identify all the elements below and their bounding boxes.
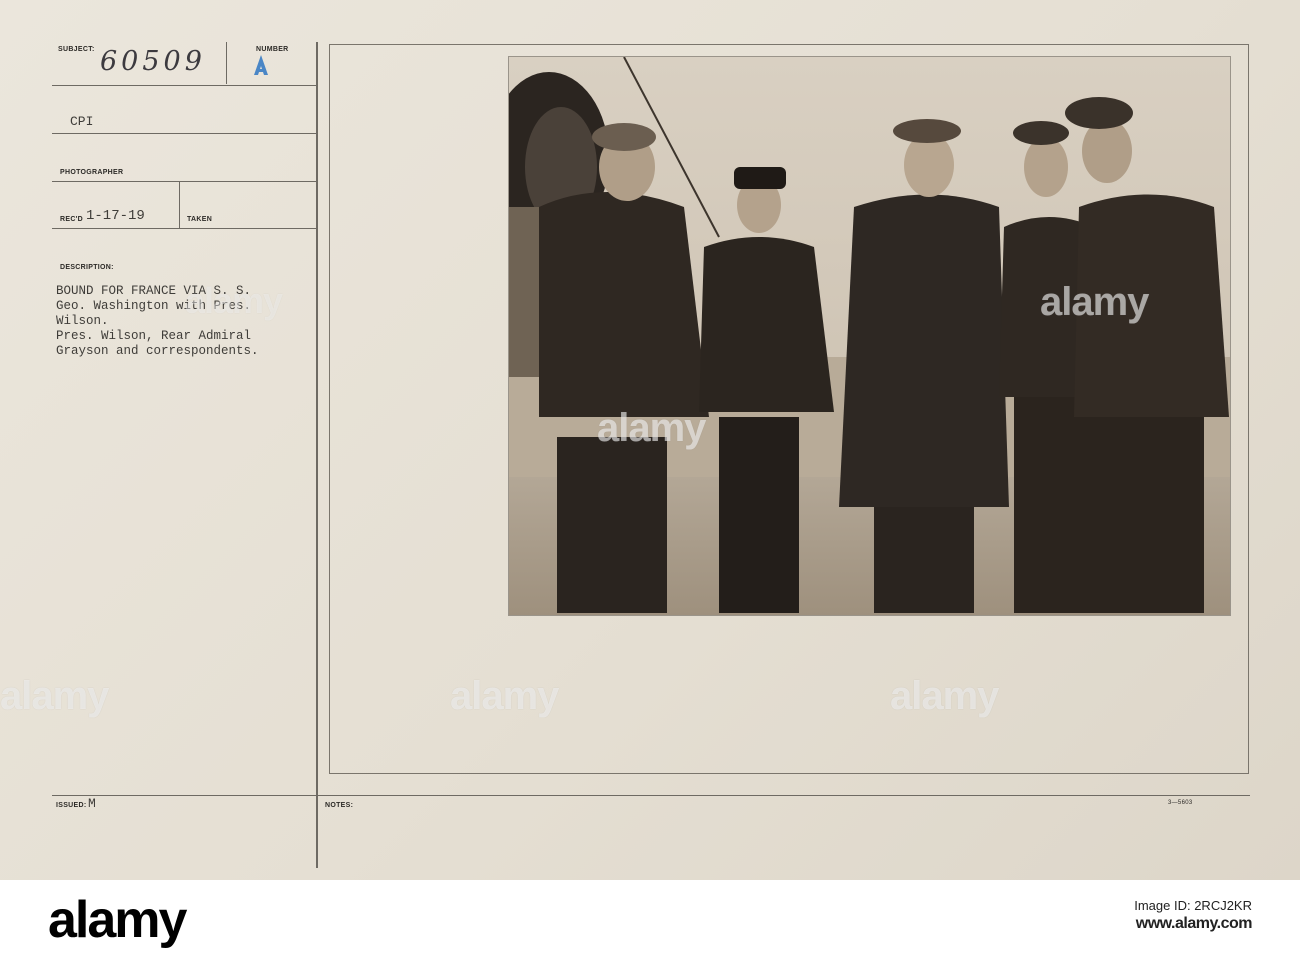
row-rule-2 xyxy=(52,133,316,134)
subject-number-divider xyxy=(226,42,227,84)
footer-image-info: Image ID: 2RCJ2KR www.alamy.com xyxy=(1134,898,1252,933)
man-5-head xyxy=(1082,119,1132,183)
recd-taken-divider xyxy=(179,181,180,228)
row-rule-1 xyxy=(52,85,316,86)
man-2-jacket xyxy=(699,237,834,412)
notes-label: NOTES: xyxy=(325,802,354,809)
left-column-divider xyxy=(316,42,318,868)
recd-date-typed: 1-17-19 xyxy=(86,208,145,224)
man-5-cap xyxy=(1065,97,1133,129)
watermark-photo-right: alamy xyxy=(1040,280,1149,324)
row-rule-3 xyxy=(52,181,316,182)
description-label: DESCRIPTION: xyxy=(60,264,114,271)
description-line: Pres. Wilson, Rear Admiral xyxy=(56,329,252,343)
photo-scene-illustration xyxy=(509,57,1230,615)
taken-label: TAKEN xyxy=(187,216,213,223)
subject-number-handwritten: 60509 xyxy=(100,46,206,77)
man-4-head xyxy=(1024,137,1068,197)
mounted-photograph xyxy=(508,56,1231,616)
man-1-cap xyxy=(592,123,656,151)
man-3-overcoat xyxy=(839,194,1009,507)
alamy-logo: alamy xyxy=(48,891,187,949)
man-4-cap xyxy=(1013,121,1069,145)
watermark-bottom-right: alamy xyxy=(890,674,999,718)
form-code: 3—5603 xyxy=(1168,800,1193,806)
archival-photo-card: SUBJECT: 60509 NUMBER CPI PHOTOGRAPHER R… xyxy=(0,0,1300,880)
man-4-legs xyxy=(1014,397,1099,613)
issued-label: ISSUED: xyxy=(56,802,87,809)
watermark-top-center: alamy xyxy=(185,280,283,321)
agency-typed: CPI xyxy=(70,114,94,129)
footer-url: www.alamy.com xyxy=(1135,915,1253,932)
number-stamp-a xyxy=(254,55,268,75)
subject-label: SUBJECT: xyxy=(58,46,95,53)
image-id-text: Image ID: 2RCJ2KR xyxy=(1134,898,1252,913)
man-1-coat xyxy=(539,192,709,417)
row-rule-4 xyxy=(52,228,316,229)
footer-bar xyxy=(0,880,1300,970)
description-line: Grayson and correspondents. xyxy=(56,344,259,358)
man-2-legs xyxy=(719,417,799,613)
man-5-legs xyxy=(1094,417,1204,613)
bottom-rule xyxy=(52,795,1250,796)
photographer-label: PHOTOGRAPHER xyxy=(60,169,124,176)
watermark-photo-center: alamy xyxy=(597,406,706,450)
number-label: NUMBER xyxy=(256,46,289,53)
man-3-cap xyxy=(893,119,961,143)
issued-value: M xyxy=(88,796,96,811)
recd-label: REC'D xyxy=(60,216,83,223)
man-1-legs xyxy=(557,437,667,613)
watermark-bottom-center: alamy xyxy=(450,674,559,718)
watermark-left: alamy xyxy=(0,674,109,718)
man-2-cap xyxy=(734,167,786,189)
man-3-legs xyxy=(874,497,974,613)
